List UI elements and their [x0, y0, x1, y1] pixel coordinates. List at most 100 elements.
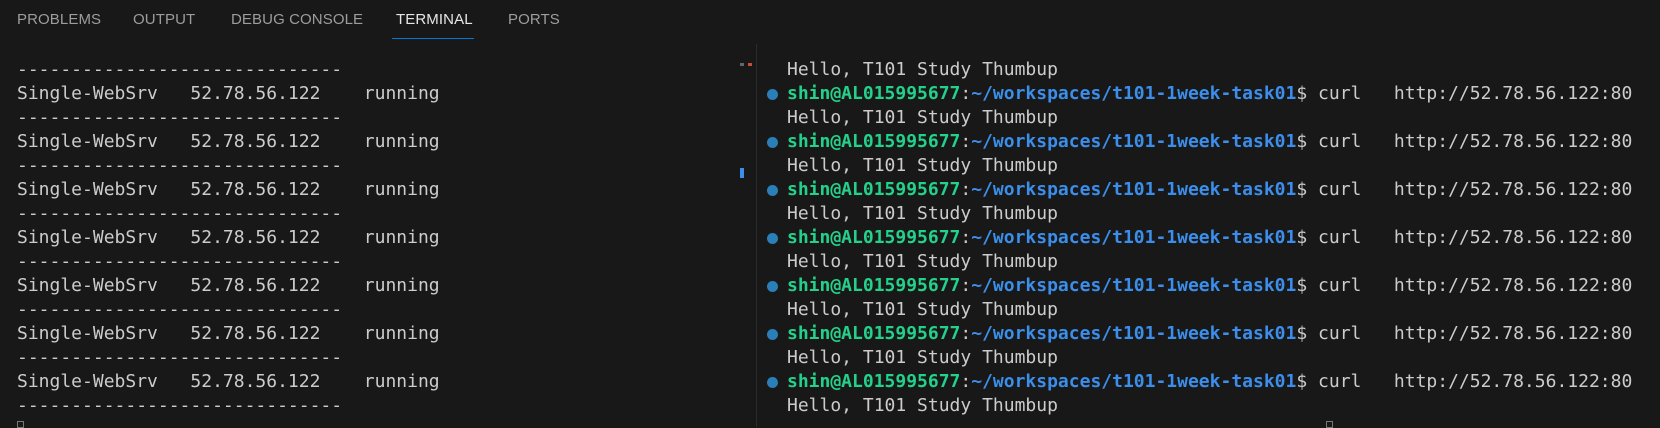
separator-text: ------------------------------: [17, 347, 343, 368]
command-text: curl http://52.78.56.122:80: [1318, 323, 1633, 344]
prompt-line: shin@AL015995677:~/workspaces/t101-1week…: [787, 130, 1632, 154]
output-line: Hello, T101 Study Thumbup: [787, 250, 1058, 274]
separator-line: ------------------------------: [17, 154, 342, 178]
prompt-user-host: shin@AL015995677: [787, 371, 961, 392]
output-text: Hello, T101 Study Thumbup: [787, 299, 1058, 320]
output-line: Hello, T101 Study Thumbup: [787, 154, 1058, 178]
separator-text: ------------------------------: [17, 395, 343, 416]
prompt-colon: :: [960, 371, 972, 392]
tab-output[interactable]: OUTPUT: [133, 11, 195, 28]
prompt-symbol: $: [1296, 83, 1319, 104]
command-status-dot-icon[interactable]: [767, 185, 778, 196]
prompt-line: shin@AL015995677:~/workspaces/t101-1week…: [787, 226, 1632, 250]
status-row-text: Single-WebSrv 52.78.56.122 running: [17, 83, 440, 104]
prompt-path: ~/workspaces/t101-1week-task01: [971, 83, 1297, 104]
prompt-user-host: shin@AL015995677: [787, 323, 961, 344]
command-text: curl http://52.78.56.122:80: [1318, 275, 1633, 296]
prompt-symbol: $: [1296, 179, 1319, 200]
command-text: curl http://52.78.56.122:80: [1318, 83, 1633, 104]
status-row-text: Single-WebSrv 52.78.56.122 running: [17, 131, 440, 152]
output-line: Hello, T101 Study Thumbup: [787, 346, 1058, 370]
separator-text: ------------------------------: [17, 155, 343, 176]
prompt-user-host: shin@AL015995677: [787, 227, 961, 248]
prompt-user-host: shin@AL015995677: [787, 83, 961, 104]
status-row-text: Single-WebSrv 52.78.56.122 running: [17, 179, 440, 200]
prompt-colon: :: [960, 131, 972, 152]
prompt-symbol: $: [1296, 131, 1319, 152]
prompt-colon: :: [960, 179, 972, 200]
status-row: Single-WebSrv 52.78.56.122 running: [17, 178, 440, 202]
panel-tabs: PROBLEMS OUTPUT DEBUG CONSOLE TERMINAL P…: [0, 0, 1660, 40]
output-line: Hello, T101 Study Thumbup: [787, 60, 1058, 82]
output-line: Hello, T101 Study Thumbup: [787, 298, 1058, 322]
prompt-symbol: $: [1296, 371, 1319, 392]
separator-text: ------------------------------: [17, 299, 343, 320]
command-text: curl http://52.78.56.122:80: [1318, 227, 1633, 248]
tab-ports[interactable]: PORTS: [508, 11, 560, 28]
prompt-user-host: shin@AL015995677: [787, 179, 961, 200]
prompt-colon: :: [960, 83, 972, 104]
output-text: Hello, T101 Study Thumbup: [787, 60, 1058, 80]
prompt-path: ~/workspaces/t101-1week-task01: [971, 131, 1297, 152]
status-row: Single-WebSrv 52.78.56.122 running: [17, 370, 440, 394]
command-status-dot-icon[interactable]: [767, 281, 778, 292]
terminal-pane-right[interactable]: Hello, T101 Study Thumbup shin@AL01599567…: [757, 60, 1660, 427]
status-row: Single-WebSrv 52.78.56.122 running: [17, 82, 440, 106]
separator-text: ------------------------------: [17, 203, 343, 224]
prompt-path: ~/workspaces/t101-1week-task01: [971, 371, 1297, 392]
prompt-user-host: shin@AL015995677: [787, 275, 961, 296]
terminal-pane-left[interactable]: ------------------------------ Single-Web…: [0, 60, 740, 427]
prompt-line: shin@AL015995677:~/workspaces/t101-1week…: [787, 370, 1632, 394]
prompt-path: ~/workspaces/t101-1week-task01: [971, 227, 1297, 248]
separator-text: ------------------------------: [17, 107, 343, 128]
overview-ruler-error-mark: [748, 63, 752, 66]
prompt-line: shin@AL015995677:~/workspaces/t101-1week…: [787, 178, 1632, 202]
tab-problems[interactable]: PROBLEMS: [17, 11, 101, 28]
status-row: Single-WebSrv 52.78.56.122 running: [17, 130, 440, 154]
output-text: Hello, T101 Study Thumbup: [787, 203, 1058, 224]
output-line: Hello, T101 Study Thumbup: [787, 202, 1058, 226]
command-status-dot-icon[interactable]: [767, 137, 778, 148]
separator-line: ------------------------------: [17, 394, 342, 418]
prompt-symbol: $: [1296, 275, 1319, 296]
command-status-dot-icon[interactable]: [767, 377, 778, 388]
prompt-path: ~/workspaces/t101-1week-task01: [971, 275, 1297, 296]
prompt-path: ~/workspaces/t101-1week-task01: [971, 179, 1297, 200]
status-row-text: Single-WebSrv 52.78.56.122 running: [17, 371, 440, 392]
status-row: Single-WebSrv 52.78.56.122 running: [17, 274, 440, 298]
separator-line: ------------------------------: [17, 298, 342, 322]
prompt-symbol: $: [1296, 323, 1319, 344]
output-line: Hello, T101 Study Thumbup: [787, 106, 1058, 130]
tab-debug-console[interactable]: DEBUG CONSOLE: [231, 11, 363, 28]
tab-terminal[interactable]: TERMINAL: [396, 11, 473, 28]
command-status-dot-icon[interactable]: [767, 89, 778, 100]
output-text: Hello, T101 Study Thumbup: [787, 155, 1058, 176]
command-status-dot-icon[interactable]: [767, 329, 778, 340]
prompt-path: ~/workspaces/t101-1week-task01: [971, 323, 1297, 344]
separator-line: ------------------------------: [17, 250, 342, 274]
status-row-text: Single-WebSrv 52.78.56.122 running: [17, 227, 440, 248]
separator-line: ------------------------------: [17, 346, 342, 370]
output-line: Hello, T101 Study Thumbup: [787, 394, 1058, 418]
prompt-user-host: shin@AL015995677: [787, 131, 961, 152]
output-text: Hello, T101 Study Thumbup: [787, 107, 1058, 128]
separator-text: ------------------------------: [17, 60, 343, 80]
output-text: Hello, T101 Study Thumbup: [787, 395, 1058, 416]
output-text: Hello, T101 Study Thumbup: [787, 251, 1058, 272]
status-row-text: Single-WebSrv 52.78.56.122 running: [17, 323, 440, 344]
status-row-text: Single-WebSrv 52.78.56.122 running: [17, 275, 440, 296]
prompt-line: shin@AL015995677:~/workspaces/t101-1week…: [787, 82, 1632, 106]
prompt-colon: :: [960, 275, 972, 296]
command-text: curl http://52.78.56.122:80: [1318, 131, 1633, 152]
active-tab-indicator: [392, 38, 474, 39]
status-row: Single-WebSrv 52.78.56.122 running: [17, 226, 440, 250]
command-text: curl http://52.78.56.122:80: [1318, 179, 1633, 200]
command-status-dot-icon[interactable]: [767, 233, 778, 244]
overview-ruler-mark: [740, 63, 744, 66]
status-row: Single-WebSrv 52.78.56.122 running: [17, 322, 440, 346]
output-text: Hello, T101 Study Thumbup: [787, 347, 1058, 368]
prompt-colon: :: [960, 227, 972, 248]
prompt-line: shin@AL015995677:~/workspaces/t101-1week…: [787, 274, 1632, 298]
prompt-symbol: $: [1296, 227, 1319, 248]
separator-text: ------------------------------: [17, 251, 343, 272]
